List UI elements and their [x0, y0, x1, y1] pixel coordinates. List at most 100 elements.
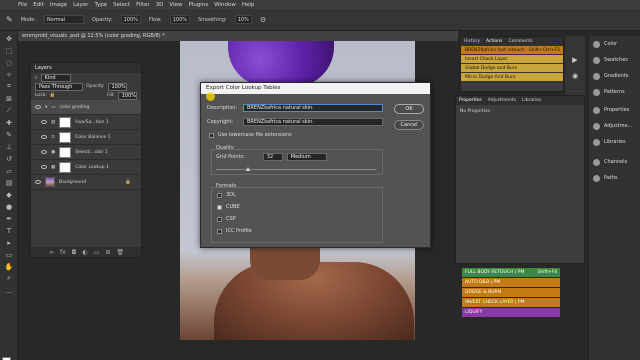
menu-filter[interactable]: Filter — [136, 2, 150, 8]
frame-tool-icon[interactable]: ⊠ — [3, 94, 15, 103]
tab-comments[interactable]: Comments — [508, 37, 532, 46]
layer-color-lookup[interactable]: ▦ Color Lookup 1 — [31, 160, 141, 175]
action-item[interactable]: Global Dodge and Burn — [461, 64, 563, 73]
flow-field[interactable]: 100% — [169, 15, 190, 24]
smoothing-field[interactable]: 10% — [234, 15, 252, 24]
layer-group-color-grading[interactable]: ▾ ▭ color grading — [31, 100, 141, 115]
cancel-button[interactable]: Cancel — [394, 120, 424, 130]
tab-adjustments[interactable]: Adjustments — [488, 96, 516, 105]
menu-file[interactable]: File — [18, 2, 27, 8]
document-tab[interactable]: emmyrold_visuals .psd @ 12.5% (color gra… — [18, 31, 458, 41]
adjustment-layer-icon[interactable]: ◐ — [82, 249, 87, 256]
healing-brush-icon[interactable]: ✚ — [3, 118, 15, 127]
menu-view[interactable]: View — [169, 2, 182, 8]
group-icon[interactable]: ▭ — [94, 249, 100, 256]
menu-plugins[interactable]: Plugins — [188, 2, 208, 8]
visibility-eye-icon[interactable] — [41, 120, 47, 124]
grid-points-input[interactable]: 32 — [262, 153, 283, 161]
layer-background[interactable]: Background 🔒 — [31, 175, 141, 190]
grid-points-slider[interactable] — [216, 167, 376, 171]
brush-icon[interactable]: ✎ — [3, 130, 15, 139]
layer-mask-thumbnail[interactable] — [59, 116, 72, 128]
layer-selective-color[interactable]: ▣ Selecti...olor 1 — [31, 145, 141, 160]
menu-3d[interactable]: 3D — [156, 2, 164, 8]
play-icon[interactable]: ▶ — [565, 56, 585, 64]
action-item[interactable]: Micro Dodge And Burn — [461, 73, 563, 82]
gradient-tool-icon[interactable]: ▤ — [3, 178, 15, 187]
action-item[interactable]: FULL BODY RETOUCH | PM Shift+F4 — [462, 268, 560, 277]
brush-tool-icon[interactable]: ✎ — [6, 15, 13, 24]
visibility-eye-icon[interactable] — [35, 180, 41, 184]
visibility-eye-icon[interactable] — [41, 150, 47, 154]
copyright-input[interactable]: BRENZkafrica natural skin. — [243, 118, 383, 126]
lasso-tool-icon[interactable]: ◌ — [3, 58, 15, 67]
layer-mask-thumbnail[interactable] — [59, 146, 72, 158]
action-item[interactable]: AUTO D&B | PM — [462, 278, 560, 287]
visibility-eye-icon[interactable] — [35, 105, 41, 109]
panel-channels[interactable]: Channels — [589, 154, 640, 170]
panel-gradients[interactable]: Gradients — [589, 68, 640, 84]
mode-select[interactable]: Normal — [44, 15, 85, 24]
panel-paths[interactable]: Paths — [589, 170, 640, 186]
layer-mask-thumbnail[interactable] — [59, 131, 72, 143]
tab-actions[interactable]: Actions — [486, 37, 502, 46]
history-brush-icon[interactable]: ↺ — [3, 154, 15, 163]
action-item[interactable]: INVERT CHECK LAYER | PM — [462, 298, 560, 307]
menu-select[interactable]: Select — [113, 2, 130, 8]
action-item[interactable]: Invert Check Layer — [461, 55, 563, 64]
format-cube-checkbox[interactable] — [217, 204, 222, 210]
dodge-tool-icon[interactable]: ● — [3, 202, 15, 211]
format-3dl-checkbox[interactable] — [217, 192, 222, 198]
ok-button[interactable]: OK — [394, 104, 424, 114]
panel-patterns[interactable]: Patterns — [589, 84, 640, 100]
pen-tool-icon[interactable]: ✒ — [3, 214, 15, 223]
zoom-tool-icon[interactable]: ⌕ — [3, 274, 15, 283]
layer-opacity-field[interactable]: 100% — [107, 82, 127, 91]
eraser-icon[interactable]: ▱ — [3, 166, 15, 175]
layer-color-balance[interactable]: ⚖ Color Balance 1 — [31, 130, 141, 145]
format-csp-checkbox[interactable] — [217, 216, 222, 222]
panel-swatches[interactable]: Swatches — [589, 52, 640, 68]
layer-hue-saturation[interactable]: ▥ Hue/Sa...tion 1 — [31, 115, 141, 130]
path-select-icon[interactable]: ▸ — [3, 238, 15, 247]
fx-icon[interactable]: fx — [60, 249, 66, 256]
menu-layer[interactable]: Layer — [73, 2, 88, 8]
lock-icon[interactable]: 🔒 — [50, 93, 56, 98]
link-icon[interactable]: ∞ — [49, 249, 54, 256]
more-tools-icon[interactable]: … — [3, 286, 15, 295]
slider-handle[interactable] — [246, 167, 250, 171]
fill-field[interactable]: 100% — [117, 91, 137, 100]
marquee-tool-icon[interactable]: ⬚ — [3, 46, 15, 55]
shape-tool-icon[interactable]: ▭ — [3, 250, 15, 259]
menu-type[interactable]: Type — [94, 2, 107, 8]
layer-mask-thumbnail[interactable] — [59, 161, 72, 173]
new-layer-icon[interactable]: ⊞ — [105, 249, 110, 256]
panel-libraries[interactable]: Libraries — [589, 134, 640, 150]
format-icc-checkbox[interactable] — [217, 228, 222, 234]
tab-properties[interactable]: Properties — [459, 96, 482, 105]
panel-adjustments[interactable]: Adjustme... — [589, 118, 640, 134]
grid-quality-select[interactable]: Medium — [286, 153, 327, 161]
tab-libraries[interactable]: Libraries — [522, 96, 541, 105]
menu-window[interactable]: Window — [214, 2, 236, 8]
eyedropper-icon[interactable]: ⟋ — [3, 106, 15, 115]
chevron-down-icon[interactable]: ▾ — [45, 105, 47, 110]
panel-properties[interactable]: Properties — [589, 102, 640, 118]
move-tool-icon[interactable]: ✥ — [3, 34, 15, 43]
blur-tool-icon[interactable]: ◆ — [3, 190, 15, 199]
menu-help[interactable]: Help — [242, 2, 255, 8]
menu-image[interactable]: Image — [50, 2, 67, 8]
kind-filter[interactable]: Kind — [40, 73, 71, 82]
stamp-tool-icon[interactable]: ⊥ — [3, 142, 15, 151]
trash-icon[interactable]: 🗑 — [116, 249, 124, 256]
opacity-field[interactable]: 100% — [120, 15, 141, 24]
type-tool-icon[interactable]: T — [3, 226, 15, 235]
gear-icon[interactable]: ⚙ — [260, 16, 266, 24]
crop-tool-icon[interactable]: ⌗ — [3, 82, 15, 91]
action-item[interactable]: BRENZKafrica fast retouch Shift+Ctrl+F5 — [461, 46, 563, 55]
blend-mode-select[interactable]: Pass Through — [35, 82, 83, 91]
lowercase-checkbox[interactable] — [209, 132, 214, 138]
visibility-eye-icon[interactable] — [41, 135, 47, 139]
hand-tool-icon[interactable]: ✋ — [3, 262, 15, 271]
tab-history[interactable]: History — [464, 37, 480, 46]
